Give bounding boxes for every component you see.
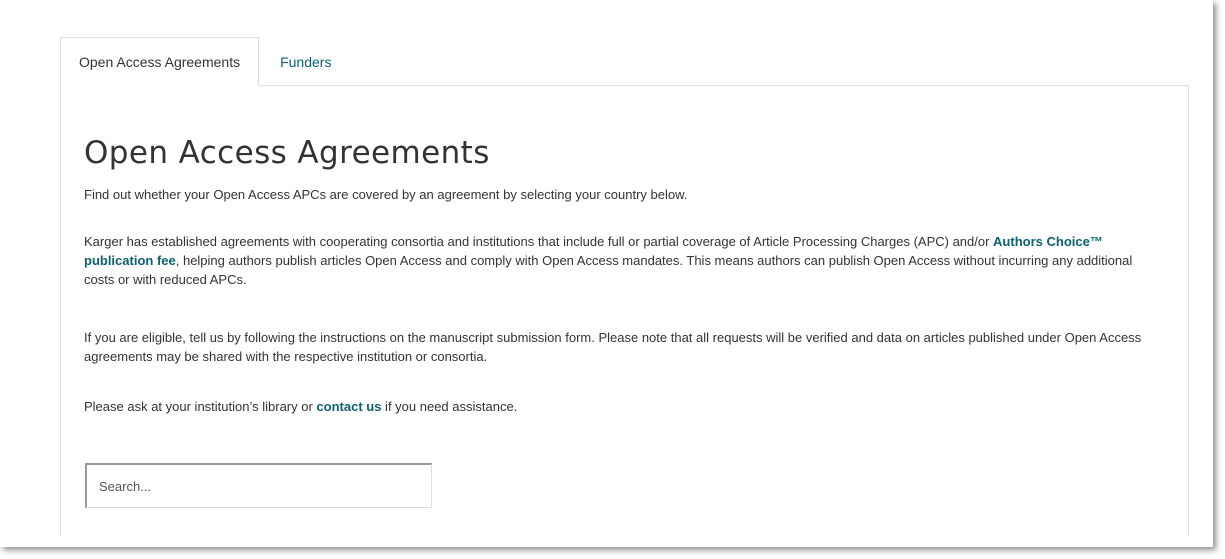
contact-us-link[interactable]: contact us <box>316 399 381 414</box>
tab-open-access-agreements[interactable]: Open Access Agreements <box>60 37 260 86</box>
agreements-description: Karger has established agreements with c… <box>84 232 1159 289</box>
assistance-text: Please ask at your institution’s library… <box>84 397 1159 416</box>
search-input[interactable] <box>85 463 432 508</box>
tab-label: Funders <box>280 53 332 70</box>
tab-label: Open Access Agreements <box>79 53 241 70</box>
tab-panel: Open Access Agreements Find out whether … <box>60 85 1189 536</box>
intro-text: Find out whether your Open Access APCs a… <box>84 187 688 202</box>
description-text: Karger has established agreements with c… <box>84 234 994 249</box>
assistance-text-part: if you need assistance. <box>381 399 518 414</box>
description-text: , helping authors publish articles Open … <box>84 253 1133 287</box>
tab-bar: Open Access Agreements Funders <box>60 37 349 86</box>
tab-funders[interactable]: Funders <box>259 37 349 86</box>
eligibility-text: If you are eligible, tell us by followin… <box>84 330 1142 364</box>
assistance-text-part: Please ask at your institution’s library… <box>84 399 317 414</box>
page-title: Open Access Agreements <box>84 135 490 171</box>
content-frame: Open Access Agreements Funders Open Acce… <box>0 0 1213 547</box>
